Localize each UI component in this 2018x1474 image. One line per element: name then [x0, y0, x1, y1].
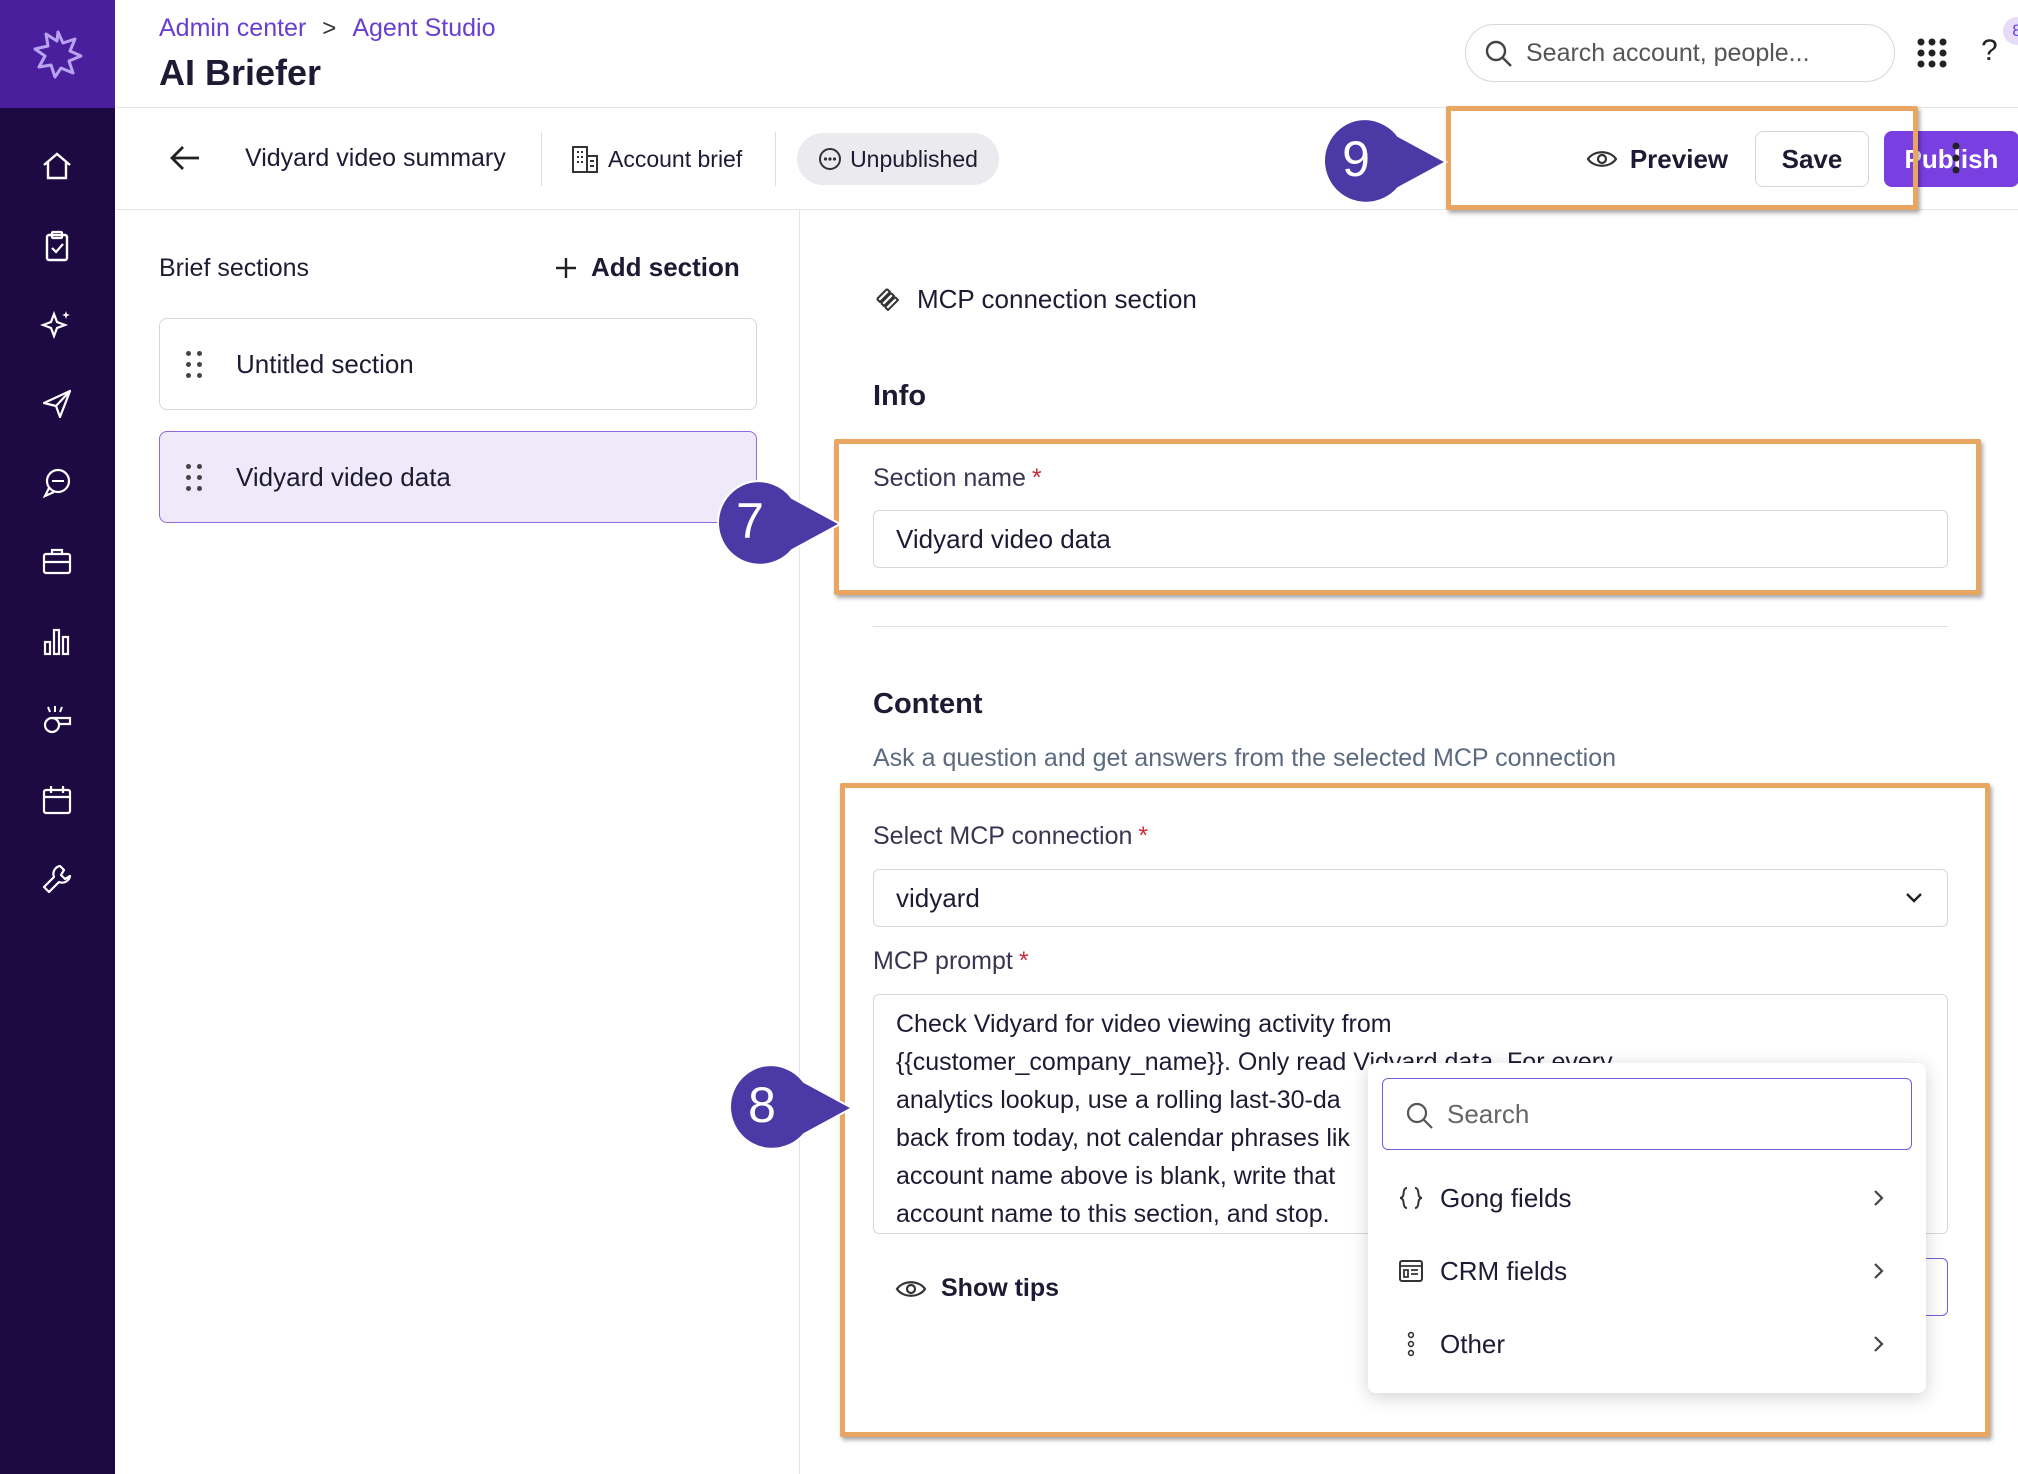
search-icon	[1485, 40, 1512, 67]
divider	[873, 626, 1948, 627]
breadcrumb-agent-studio[interactable]: Agent Studio	[352, 14, 495, 43]
ellipsis-circle-icon	[819, 148, 842, 170]
more-vertical-icon[interactable]	[1944, 140, 1968, 176]
page-title: AI Briefer	[159, 52, 322, 93]
section-card-untitled[interactable]: Untitled section	[159, 318, 757, 410]
logo-star-icon	[33, 30, 82, 79]
bar-chart-icon[interactable]	[36, 620, 78, 662]
highlight-box-7	[834, 439, 1981, 595]
content-heading: Content	[873, 688, 983, 720]
global-search[interactable]	[1465, 24, 1895, 82]
brief-name: Vidyard video summary	[245, 144, 506, 172]
breadcrumb-admin-center[interactable]: Admin center	[159, 14, 306, 43]
section-type-header: MCP connection section	[873, 284, 1197, 315]
toolbar-divider	[541, 132, 542, 186]
drag-handle-icon[interactable]	[186, 351, 204, 379]
plus-icon	[556, 257, 576, 278]
callout-9-number: 9	[1342, 131, 1370, 187]
highlight-box-8	[840, 783, 1990, 1437]
clipboard-icon[interactable]	[36, 225, 78, 267]
mcp-connection-icon	[876, 287, 899, 311]
toolbar-divider	[775, 132, 776, 186]
sparkles-icon[interactable]	[36, 304, 78, 346]
brief-type: Account brief	[570, 144, 742, 174]
apps-grid-icon[interactable]	[1915, 36, 1949, 70]
content-description: Ask a question and get answers from the …	[873, 744, 1617, 772]
status-badge: Unpublished	[797, 133, 999, 185]
notification-badge[interactable]: 8	[2003, 17, 2018, 45]
drag-handle-icon[interactable]	[186, 464, 204, 492]
app-logo[interactable]	[0, 0, 115, 108]
callout-7: 7	[704, 478, 844, 570]
add-section-label: Add section	[591, 252, 740, 282]
building-icon	[572, 146, 598, 173]
add-section-button[interactable]: Add section	[553, 252, 740, 283]
brief-type-label: Account brief	[608, 145, 743, 172]
chat-bubbles-icon[interactable]	[36, 462, 78, 504]
briefcase-icon[interactable]	[36, 540, 78, 582]
breadcrumb-separator: >	[322, 14, 337, 42]
section-card-label: Untitled section	[236, 348, 414, 379]
help-icon[interactable]: ?	[1981, 34, 1998, 68]
callout-8: 8	[716, 1062, 856, 1154]
section-type-label: MCP connection section	[917, 284, 1197, 314]
section-card-vidyard[interactable]: Vidyard video data	[159, 431, 757, 523]
home-icon[interactable]	[36, 145, 78, 187]
search-input[interactable]	[1526, 38, 1866, 68]
brief-sections-heading: Brief sections	[159, 254, 310, 282]
highlight-box-9	[1446, 106, 1918, 210]
whistle-icon[interactable]	[36, 699, 78, 741]
calendar-icon[interactable]	[36, 779, 78, 821]
brief-sections-panel: Brief sections Add section Untitled sect…	[115, 210, 800, 1474]
info-heading: Info	[873, 380, 927, 412]
left-nav	[0, 0, 115, 1474]
breadcrumb: Admin center > Agent Studio	[159, 14, 495, 43]
wrench-icon[interactable]	[36, 858, 78, 900]
section-card-label: Vidyard video data	[236, 461, 451, 492]
back-arrow-icon[interactable]	[167, 140, 203, 176]
send-icon[interactable]	[36, 383, 78, 425]
callout-9: 9	[1310, 116, 1450, 208]
callout-7-number: 7	[736, 493, 764, 549]
callout-8-number: 8	[748, 1077, 776, 1133]
status-label: Unpublished	[850, 145, 978, 172]
top-header: Admin center > Agent Studio AI Briefer ?…	[115, 0, 2018, 108]
